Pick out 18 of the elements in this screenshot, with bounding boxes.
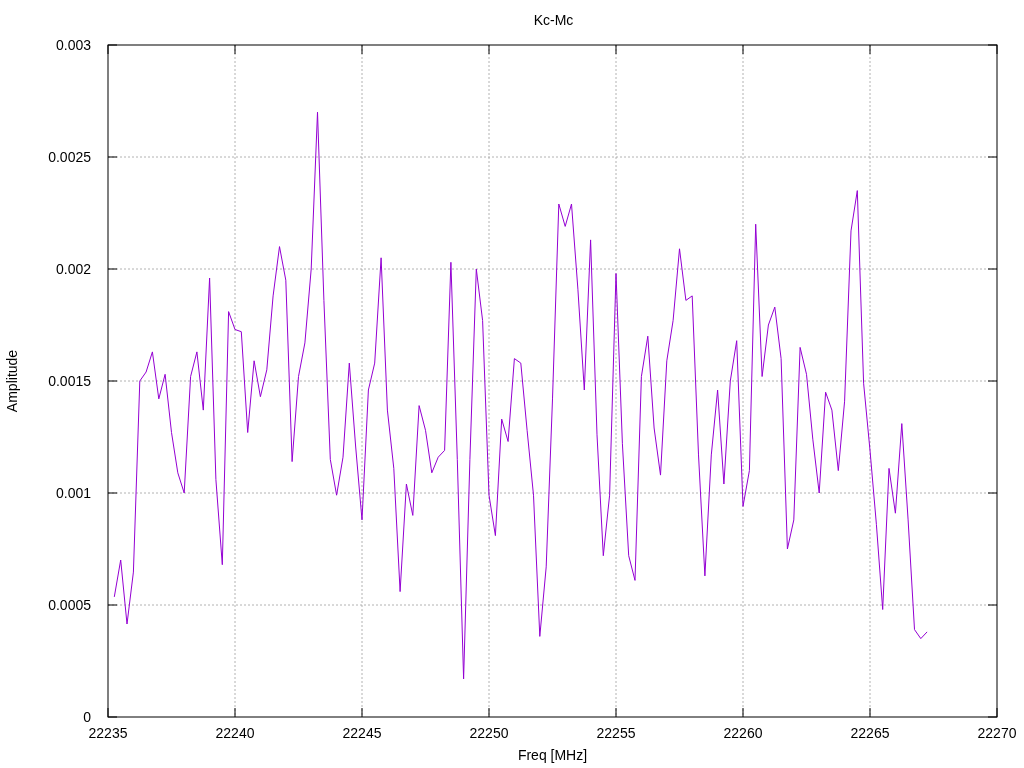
x-tick-label: 22260 xyxy=(723,725,763,741)
y-tick-label: 0.0005 xyxy=(48,597,91,613)
y-tick-label: 0 xyxy=(83,709,91,725)
y-tick-label: 0.0015 xyxy=(48,373,91,389)
y-axis-label: Amplitude xyxy=(4,349,20,413)
x-tick-label: 22240 xyxy=(215,725,255,741)
x-tick-label: 22250 xyxy=(469,725,509,741)
y-tick-label: 0.0025 xyxy=(48,149,91,165)
y-tick-label: 0.003 xyxy=(55,37,91,53)
x-tick-label: 22245 xyxy=(342,725,382,741)
x-tick-label: 22255 xyxy=(596,725,636,741)
y-tick-label: 0.001 xyxy=(55,485,91,501)
x-tick-label: 22265 xyxy=(850,725,890,741)
x-tick-label: 22270 xyxy=(977,725,1017,741)
y-tick-label: 0.002 xyxy=(55,261,91,277)
chart-title: Kc-Mc xyxy=(533,12,574,28)
x-tick-label: 22235 xyxy=(88,725,128,741)
x-axis-label: Freq [MHz] xyxy=(517,747,588,763)
